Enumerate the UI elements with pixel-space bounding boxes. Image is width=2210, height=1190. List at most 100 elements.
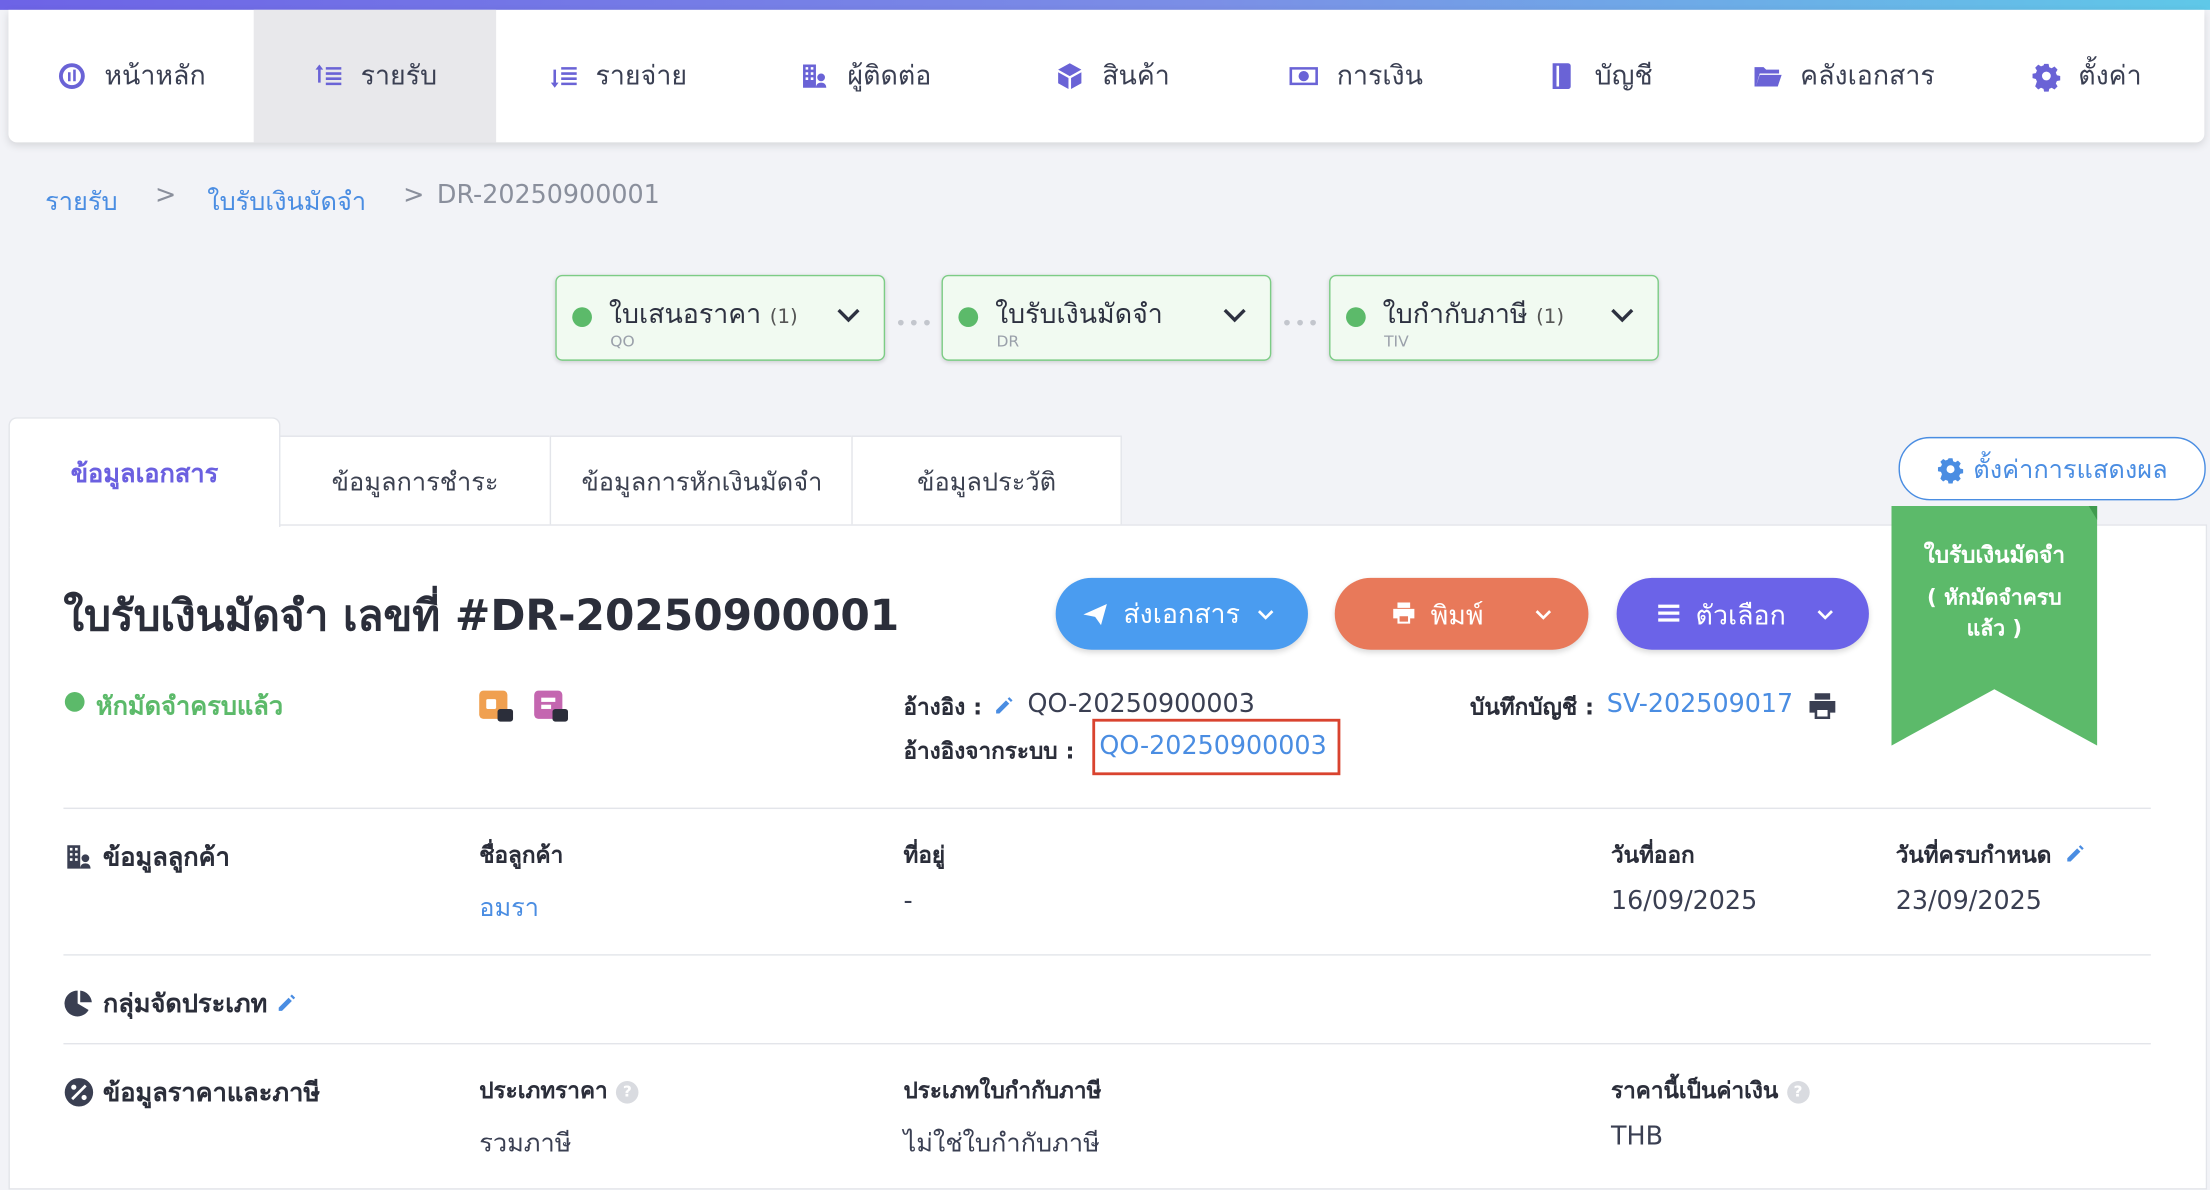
system-reference-link[interactable]: QO-20250900003 bbox=[1099, 731, 1326, 761]
folder-icon bbox=[1754, 67, 1782, 87]
chevron-down-icon[interactable] bbox=[1221, 302, 1249, 330]
locked-contact-icon bbox=[534, 690, 569, 722]
pie-chart-icon bbox=[64, 989, 92, 1016]
flow-step-title: ใบเสนอราคา bbox=[608, 298, 762, 330]
income-icon bbox=[315, 64, 342, 86]
nav-item-expense[interactable]: รายจ่าย bbox=[496, 10, 738, 142]
issue-date-label: วันที่ออก bbox=[1610, 841, 1695, 869]
pencil-icon[interactable] bbox=[276, 993, 296, 1013]
nav-item-contacts[interactable]: ผู้ติดต่อ bbox=[739, 10, 993, 142]
price-type-value: รวมภาษี bbox=[479, 1128, 572, 1159]
dashboard-icon bbox=[59, 63, 85, 90]
reference-value: QO-20250900003 bbox=[1027, 689, 1255, 719]
breadcrumb-current: DR-20250900001 bbox=[436, 180, 660, 211]
flow-step-count: (1) bbox=[1536, 305, 1565, 329]
system-reference-label: อ้างอิงจากระบบ : bbox=[903, 737, 1075, 764]
nav-item-documents[interactable]: คลังเอกสาร bbox=[1720, 10, 1968, 142]
nav-item-home[interactable]: หน้าหลัก bbox=[8, 10, 253, 142]
nav-item-accounting[interactable]: บัญชี bbox=[1480, 10, 1720, 142]
gear-icon bbox=[2031, 63, 2060, 92]
nav-item-products[interactable]: สินค้า bbox=[992, 10, 1232, 142]
send-icon bbox=[1083, 603, 1107, 625]
due-date-label: วันที่ครบกำหนด bbox=[1895, 841, 2052, 869]
divider bbox=[63, 954, 2151, 956]
ledger-icon bbox=[1553, 63, 1572, 90]
gear-icon bbox=[1937, 457, 1964, 483]
journal-link[interactable]: SV-202509017 bbox=[1607, 689, 1793, 719]
flow-step-title: ใบกำกับภาษี bbox=[1382, 298, 1528, 330]
due-date-value: 23/09/2025 bbox=[1895, 886, 2042, 917]
flow-step-tax-invoice[interactable]: ใบกำกับภาษี (1) TIV bbox=[1329, 274, 1659, 361]
tab-document-info[interactable]: ข้อมูลเอกสาร bbox=[8, 417, 281, 528]
expense-icon bbox=[550, 67, 577, 88]
contacts-icon bbox=[803, 64, 827, 88]
flow-step-deposit[interactable]: ใบรับเงินมัดจำ DR bbox=[941, 274, 1272, 361]
flow-step-title: ใบรับเงินมัดจำ bbox=[995, 298, 1163, 330]
tax-invoice-type-label: ประเภทใบกำกับภาษี bbox=[903, 1076, 1102, 1104]
status-text: หักมัดจำครบแล้ว bbox=[95, 692, 284, 722]
customer-name-label: ชื่อลูกค้า bbox=[479, 841, 564, 869]
print-button[interactable]: พิมพ์ bbox=[1334, 577, 1589, 650]
display-settings-button[interactable]: ตั้งค่าการแสดงผล bbox=[1898, 436, 2206, 501]
page-title: ใบรับเงินมัดจำ เลขที่ #DR-20250900001 bbox=[63, 591, 900, 642]
address-label: ที่อยู่ bbox=[903, 841, 946, 869]
chevron-down-icon[interactable] bbox=[1608, 302, 1636, 330]
flow-separator: ••• bbox=[894, 312, 935, 336]
status-dot bbox=[958, 307, 979, 327]
flow-separator: ••• bbox=[1281, 312, 1321, 336]
flow-step-code: DR bbox=[996, 332, 1020, 351]
chevron-down-icon[interactable] bbox=[1532, 603, 1555, 626]
status-dot bbox=[64, 692, 85, 712]
address-value: - bbox=[903, 886, 913, 917]
breadcrumb-income[interactable]: รายรับ bbox=[45, 180, 117, 221]
percent-badge-icon bbox=[64, 1077, 94, 1106]
help-icon[interactable]: ? bbox=[616, 1080, 639, 1103]
send-document-button[interactable]: ส่งเอกสาร bbox=[1055, 577, 1308, 650]
customer-section-title: ข้อมูลลูกค้า bbox=[63, 836, 230, 877]
pencil-icon[interactable] bbox=[994, 696, 1014, 716]
flow-step-code: TIV bbox=[1384, 332, 1409, 351]
ribbon-line: แล้ว ) bbox=[1966, 615, 2023, 642]
price-type-label: ประเภทราคา? bbox=[479, 1074, 639, 1109]
nav-item-finance[interactable]: การเงิน bbox=[1232, 10, 1480, 142]
box-icon bbox=[1058, 63, 1082, 90]
pencil-icon[interactable] bbox=[2065, 844, 2085, 864]
ribbon-line: ( หักมัดจำครบ bbox=[1927, 584, 2062, 611]
top-accent-bar bbox=[0, 0, 2210, 10]
reference-label: อ้างอิง : bbox=[903, 693, 983, 721]
locked-payment-icon bbox=[479, 690, 514, 722]
breadcrumb-separator: > bbox=[155, 180, 177, 211]
customer-name-link[interactable]: อมรา bbox=[479, 887, 539, 928]
divider bbox=[63, 1042, 2151, 1045]
money-icon bbox=[1290, 67, 1319, 86]
issue-date-value: 16/09/2025 bbox=[1610, 886, 1758, 917]
chevron-down-icon bbox=[1817, 610, 1833, 620]
divider bbox=[63, 807, 2151, 810]
breadcrumb-separator: > bbox=[403, 180, 425, 211]
status-dot bbox=[1346, 307, 1366, 327]
flow-step-code: QO bbox=[610, 332, 635, 351]
tax-invoice-type-value: ไม่ใช่ใบกำกับภาษี bbox=[903, 1128, 1100, 1159]
currency-label: ราคานี้เป็นค่าเงิน? bbox=[1611, 1074, 1810, 1109]
flow-step-count: (1) bbox=[769, 305, 798, 329]
ribbon-line: ใบรับเงินมัดจำ bbox=[1923, 541, 2065, 569]
nav-item-income[interactable]: รายรับ bbox=[253, 9, 497, 143]
menu-icon bbox=[1658, 604, 1680, 622]
flow-step-quotation[interactable]: ใบเสนอราคา (1) QO bbox=[555, 274, 886, 361]
printer-icon[interactable] bbox=[1807, 691, 1838, 722]
tab-deposit-deduction[interactable]: ข้อมูลการหักเงินมัดจำ bbox=[549, 435, 855, 528]
chevron-down-icon[interactable] bbox=[834, 302, 862, 330]
help-icon[interactable]: ? bbox=[1786, 1080, 1810, 1103]
group-section-title: กลุ่มจัดประเภท bbox=[63, 982, 295, 1023]
breadcrumb-deposit[interactable]: ใบรับเงินมัดจำ bbox=[207, 180, 366, 221]
status-dot bbox=[572, 307, 592, 327]
contacts-icon bbox=[67, 844, 91, 868]
options-button[interactable]: ตัวเลือก bbox=[1616, 577, 1869, 650]
tab-payment-info[interactable]: ข้อมูลการชำระ bbox=[277, 435, 553, 528]
journal-label: บันทึกบัญชี : bbox=[1470, 693, 1595, 721]
tab-history[interactable]: ข้อมูลประวัติ bbox=[851, 435, 1122, 528]
currency-value: THB bbox=[1610, 1121, 1663, 1152]
status-ribbon: ใบรับเงินมัดจำ ( หักมัดจำครบ แล้ว ) bbox=[1891, 505, 2098, 746]
nav-item-settings[interactable]: ตั้งค่า bbox=[1968, 10, 2205, 142]
chevron-down-icon bbox=[1257, 609, 1274, 620]
